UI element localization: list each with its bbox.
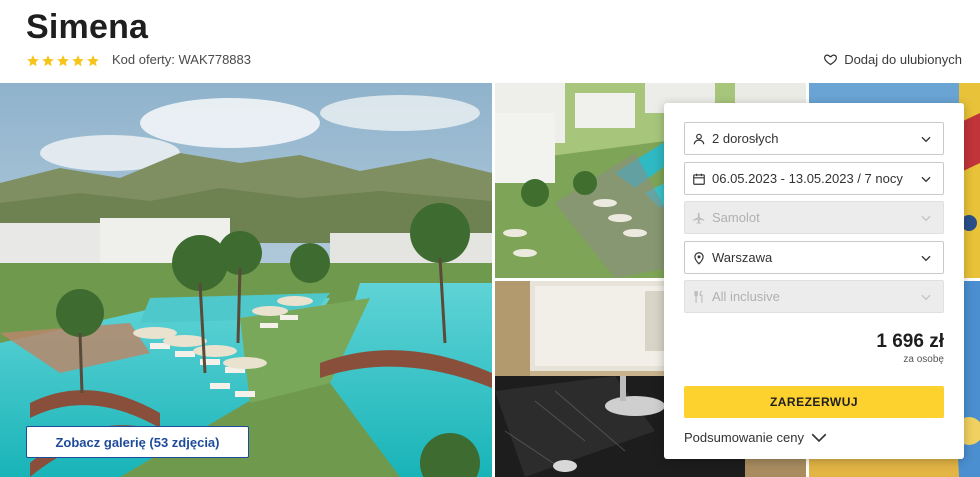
star-icon: [72, 55, 84, 67]
main-photo[interactable]: [0, 83, 492, 477]
plane-icon: [693, 212, 705, 224]
book-button[interactable]: ZAREZERWUJ: [684, 386, 944, 418]
transport-value: Samolot: [712, 210, 760, 225]
departure-value: Warszawa: [712, 250, 773, 265]
view-gallery-button[interactable]: Zobacz galerię (53 zdjęcia): [26, 426, 249, 458]
travelers-select[interactable]: 2 dorosłych: [684, 122, 944, 155]
price-summary-label: Podsumowanie ceny: [684, 430, 804, 445]
departure-select[interactable]: Warszawa: [684, 241, 944, 274]
chevron-down-icon: [811, 433, 827, 442]
transport-select[interactable]: Samolot: [684, 201, 944, 234]
booking-panel: 2 dorosłych 06.05.2023 - 13.05.2023 / 7 …: [664, 103, 964, 459]
star-icon: [27, 55, 39, 67]
star-icon: [87, 55, 99, 67]
calendar-icon: [693, 173, 705, 185]
price-summary-toggle[interactable]: Podsumowanie ceny: [684, 430, 828, 445]
star-icon: [42, 55, 54, 67]
user-icon: [693, 133, 705, 144]
board-select[interactable]: All inclusive: [684, 280, 944, 313]
star-icon: [57, 55, 69, 67]
chevron-down-icon: [921, 136, 931, 142]
chevron-down-icon: [921, 215, 931, 221]
offer-code: Kod oferty: WAK778883: [112, 52, 251, 67]
chevron-down-icon: [921, 294, 931, 300]
favorites-label: Dodaj do ulubionych: [844, 52, 962, 67]
heart-icon: [824, 54, 838, 66]
location-pin-icon: [694, 251, 704, 265]
travelers-value: 2 dorosłych: [712, 131, 779, 146]
resort-pool-photo: [0, 83, 492, 477]
dates-value: 06.05.2023 - 13.05.2023 / 7 nocy: [712, 171, 903, 186]
star-rating: [26, 54, 100, 68]
board-value: All inclusive: [712, 289, 780, 304]
dates-select[interactable]: 06.05.2023 - 13.05.2023 / 7 nocy: [684, 162, 944, 195]
price-note: za osobę: [903, 354, 944, 365]
cutlery-icon: [694, 290, 703, 303]
chevron-down-icon: [921, 255, 931, 261]
add-to-favorites-button[interactable]: Dodaj do ulubionych: [823, 52, 962, 67]
price-value: 1 696 zł: [876, 331, 944, 352]
hotel-title: Simena: [26, 8, 149, 46]
chevron-down-icon: [921, 176, 931, 182]
